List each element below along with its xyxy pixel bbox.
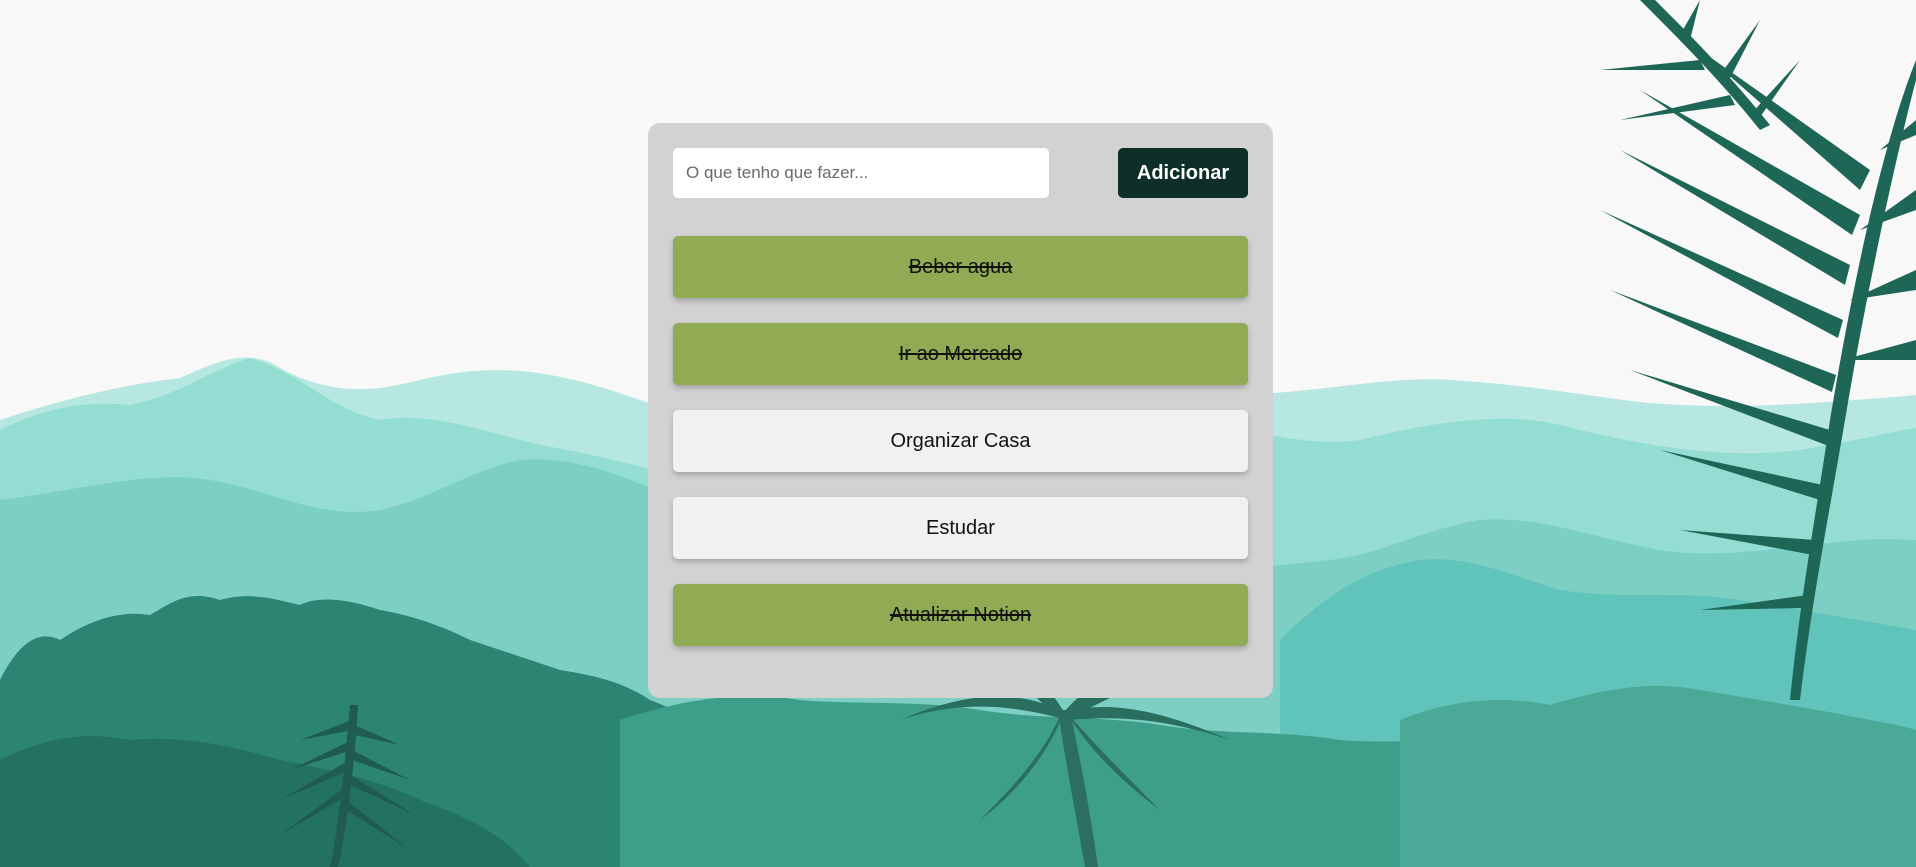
task-label: Ir ao Mercado [898,342,1023,365]
input-row: Adicionar [673,148,1248,198]
task-label: Estudar [926,516,995,539]
task-label: Beber agua [908,255,1013,278]
add-button[interactable]: Adicionar [1118,148,1248,198]
task-item-atualizar-notion[interactable]: Atualizar Notion [673,584,1248,646]
task-list: Beber agua Ir ao Mercado Organizar Casa … [673,236,1248,646]
task-item-beber-agua[interactable]: Beber agua [673,236,1248,298]
task-item-ir-ao-mercado[interactable]: Ir ao Mercado [673,323,1248,385]
task-item-estudar[interactable]: Estudar [673,497,1248,559]
task-input[interactable] [673,148,1049,198]
task-label: Atualizar Notion [889,603,1032,626]
todo-panel: Adicionar Beber agua Ir ao Mercado Organ… [648,123,1273,698]
task-label: Organizar Casa [890,429,1031,452]
task-item-organizar-casa[interactable]: Organizar Casa [673,410,1248,472]
